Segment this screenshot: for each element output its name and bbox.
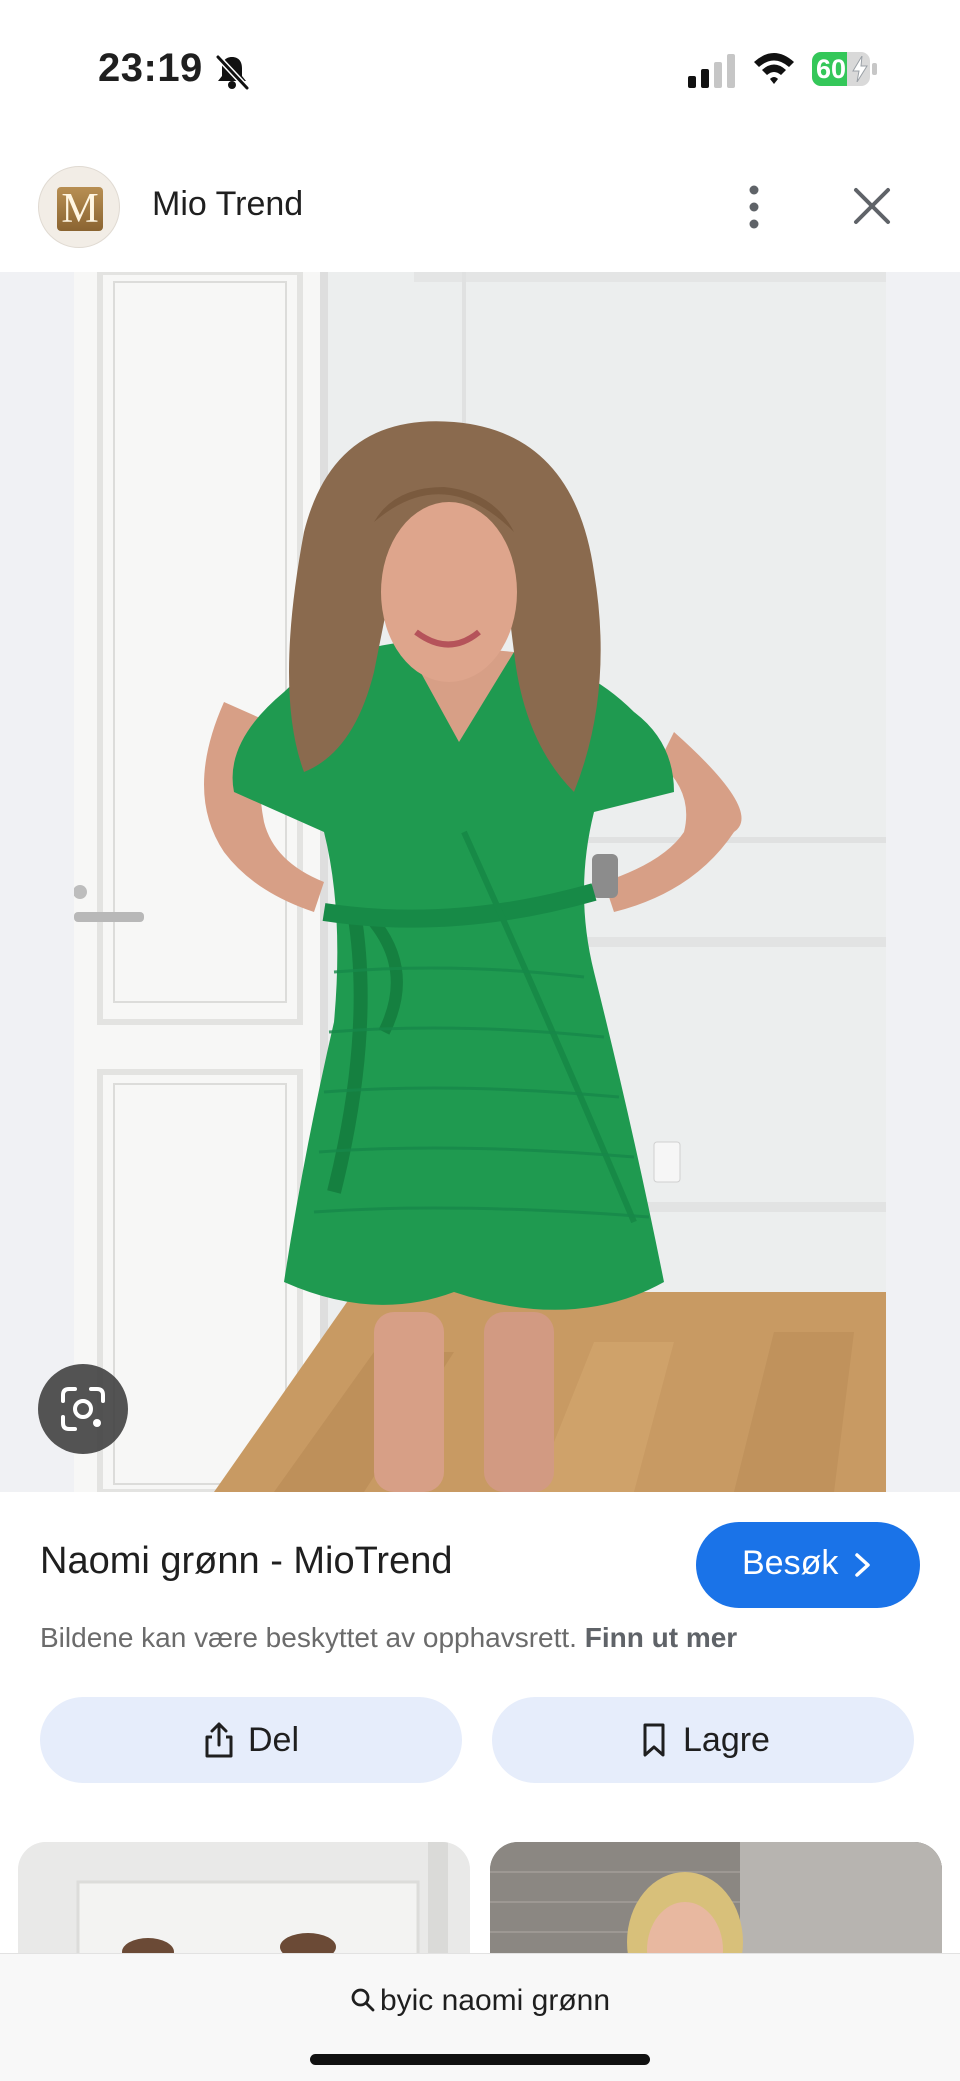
copyright-text: Bildene kan være beskyttet av opphavsret… <box>40 1622 577 1653</box>
save-button[interactable]: Lagre <box>492 1697 914 1783</box>
save-label: Lagre <box>683 1720 770 1759</box>
bell-slash-icon <box>215 54 250 91</box>
share-label: Del <box>248 1720 300 1759</box>
search-query-container[interactable]: byic naomi grønn <box>0 1984 960 2018</box>
bookmark-icon <box>643 1723 665 1757</box>
search-icon <box>351 1988 375 2012</box>
chevron-right-icon <box>855 1553 870 1577</box>
signal-icon <box>688 54 735 88</box>
wifi-icon <box>754 53 794 84</box>
status-time: 23:19 <box>98 46 203 90</box>
battery-tip <box>872 63 877 75</box>
more-vertical-icon[interactable] <box>738 180 770 234</box>
lens-icon <box>61 1387 105 1431</box>
visit-button[interactable]: Besøk <box>696 1522 920 1608</box>
search-query: byic naomi grønn <box>379 1984 611 2017</box>
save-button-content: Lagre <box>637 1697 770 1783</box>
site-name[interactable]: Mio Trend <box>152 185 303 224</box>
share-icon <box>205 1722 233 1758</box>
visit-label: Besøk <box>742 1544 839 1582</box>
result-title[interactable]: Naomi grønn - MioTrend <box>40 1540 453 1583</box>
battery-indicator: 60 <box>812 52 878 88</box>
learn-more-link[interactable]: Finn ut mer <box>585 1622 737 1653</box>
copyright-notice: Bildene kan være beskyttet av opphavsret… <box>40 1622 737 1654</box>
image-preview[interactable] <box>0 272 960 1492</box>
image-viewer-page: 23:19 60 M Mio Trend Naomi grønn - MioTr… <box>0 0 960 2081</box>
status-bar: 23:19 60 <box>0 0 960 140</box>
battery-body: 60 <box>812 52 870 86</box>
product-photo <box>74 272 886 1492</box>
home-indicator <box>310 2054 650 2065</box>
site-logo[interactable]: M <box>38 166 120 248</box>
close-icon[interactable] <box>848 182 896 230</box>
source-header: M Mio Trend <box>0 160 960 270</box>
site-logo-letter: M <box>57 187 103 231</box>
share-button[interactable]: Del <box>40 1697 462 1783</box>
battery-level: 60 <box>816 54 847 84</box>
battery-charging-icon <box>852 56 868 82</box>
lens-button[interactable] <box>38 1364 128 1454</box>
share-button-content: Del <box>202 1697 299 1783</box>
bottom-search-bar: byic naomi grønn <box>0 1953 960 2081</box>
